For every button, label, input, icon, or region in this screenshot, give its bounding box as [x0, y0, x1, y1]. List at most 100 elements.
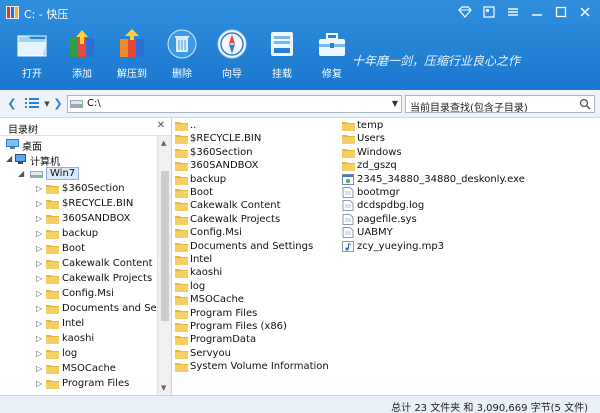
expand-arrow-icon[interactable]: ▷ — [36, 304, 42, 313]
mount-button[interactable]: 挂载 — [260, 28, 304, 80]
title-bar: C: - 快压 — [0, 0, 600, 26]
scroll-up-icon[interactable]: ▲ — [161, 139, 166, 147]
file-row[interactable]: pagefile.sys — [342, 213, 512, 227]
tree-node[interactable]: ▷ kaoshi — [0, 332, 156, 347]
repair-button[interactable]: 修复 — [310, 28, 354, 80]
folder-icon — [342, 133, 355, 145]
expand-arrow-icon[interactable]: ▷ — [36, 274, 42, 283]
expand-arrow-icon[interactable]: ▷ — [36, 259, 42, 268]
scroll-down-icon[interactable]: ▼ — [161, 384, 166, 392]
tree-node[interactable]: ▷ Cakewalk Content — [0, 257, 156, 272]
tree-node[interactable]: ▷ Program Files — [0, 377, 156, 392]
open-button[interactable]: 打开 — [10, 28, 54, 80]
file-row[interactable]: Users — [342, 133, 512, 146]
expand-arrow-icon[interactable]: ▷ — [36, 379, 42, 388]
extract-button[interactable]: 解压到 — [110, 28, 154, 80]
file-row[interactable]: Cakewalk Content — [175, 200, 345, 213]
path-field[interactable]: C:\ ▼ — [67, 95, 402, 113]
file-row[interactable]: ProgramData — [175, 334, 345, 347]
wizard-button[interactable]: 向导 — [210, 28, 254, 80]
maximize-icon[interactable] — [550, 3, 572, 21]
expand-arrow-icon[interactable]: ▷ — [36, 184, 42, 193]
expand-arrow-icon[interactable]: ◢ — [6, 154, 12, 163]
expand-arrow-icon[interactable]: ▷ — [36, 289, 42, 298]
tree-node[interactable]: ▷ backup — [0, 227, 156, 242]
search-input[interactable]: 当前目录查找(包含子目录) — [405, 95, 595, 114]
folder-icon — [46, 303, 59, 315]
expand-arrow-icon[interactable]: ▷ — [36, 229, 42, 238]
tree-scrollbar[interactable]: ▲ ▼ — [157, 136, 171, 395]
tree-node[interactable]: ▷ Intel — [0, 317, 156, 332]
back-arrow-icon[interactable]: ❮ — [6, 97, 18, 111]
recycle-bin-icon — [167, 29, 197, 59]
file-row[interactable]: Program Files (x86) — [175, 321, 345, 334]
close-tree-icon[interactable]: ✕ — [157, 120, 165, 131]
file-row[interactable]: 360SANDBOX — [175, 160, 345, 173]
file-row[interactable]: dcdspdbg.log — [342, 200, 512, 213]
file-row[interactable]: Config.Msi — [175, 227, 345, 240]
skin-icon[interactable] — [478, 3, 500, 21]
view-list-icon[interactable] — [24, 97, 40, 111]
expand-arrow-icon[interactable]: ▷ — [36, 319, 42, 328]
tree-node[interactable]: ▷ log — [0, 347, 156, 362]
file-row[interactable]: .. — [175, 120, 345, 133]
file-row[interactable]: Servyou — [175, 348, 345, 361]
file-row[interactable]: log — [175, 281, 345, 294]
file-row[interactable]: MSOCache — [175, 294, 345, 307]
expand-arrow-icon[interactable]: ◢ — [18, 169, 24, 178]
expand-arrow-icon[interactable]: ▷ — [36, 364, 42, 373]
tree-node[interactable]: ▷ MSOCache — [0, 362, 156, 377]
file-name: Servyou — [190, 347, 231, 359]
expand-arrow-icon[interactable]: ▷ — [36, 334, 42, 343]
tree-node[interactable]: ▷ 360SANDBOX — [0, 212, 156, 227]
tree-node-label: kaoshi — [62, 333, 95, 344]
add-button[interactable]: 添加 — [60, 28, 104, 80]
tree-node[interactable]: 桌面 — [0, 137, 156, 153]
file-name: .. — [190, 120, 197, 131]
file-row[interactable]: 2345_34880_34880_deskonly.exe — [342, 173, 525, 187]
file-row[interactable]: zd_gszq — [342, 160, 512, 173]
up-arrow-icon[interactable]: ❯ — [52, 97, 64, 111]
file-row[interactable]: Intel — [175, 254, 345, 267]
tree-node[interactable]: ▷ $RECYCLE.BIN — [0, 197, 156, 212]
file-name: Documents and Settings — [190, 240, 314, 252]
tree-node[interactable]: ▷ Config.Msi — [0, 287, 156, 302]
file-row[interactable]: bootmgr — [342, 187, 512, 200]
desktop-icon — [6, 138, 19, 150]
diamond-icon[interactable] — [454, 3, 476, 21]
folder-icon — [175, 120, 188, 131]
tree-node[interactable]: ▷ Boot — [0, 242, 156, 257]
file-row[interactable]: temp — [342, 120, 512, 133]
expand-arrow-icon[interactable]: ▷ — [36, 199, 42, 208]
minimize-icon[interactable] — [526, 3, 548, 21]
file-row[interactable]: System Volume Information — [175, 361, 345, 374]
file-row[interactable]: kaoshi — [175, 267, 345, 280]
file-row[interactable]: Cakewalk Projects — [175, 214, 345, 227]
drive-small-icon — [70, 100, 83, 108]
file-row[interactable]: $360Section — [175, 147, 345, 160]
tree-node[interactable]: ▷ Documents and Settings — [0, 302, 171, 317]
file-row[interactable]: zcy_yueying.mp3 — [342, 240, 512, 254]
main-toolbar: 打开 添加 解压到 删除 向导 挂载 修复 十年磨一剑，压缩行业良心之作 — [0, 28, 600, 90]
file-row[interactable]: $RECYCLE.BIN — [175, 133, 345, 146]
tree-node[interactable]: ◢ Win7 — [0, 167, 156, 182]
file-row[interactable]: UABMY — [342, 227, 512, 240]
file-row[interactable]: Windows — [342, 147, 512, 160]
menu-icon[interactable] — [502, 3, 524, 21]
expand-arrow-icon[interactable]: ▷ — [36, 244, 42, 253]
close-icon[interactable] — [574, 3, 596, 21]
search-icon[interactable] — [579, 98, 591, 110]
expand-arrow-icon[interactable]: ▷ — [36, 214, 42, 223]
extract-button-label: 解压到 — [117, 69, 147, 80]
path-dropdown-icon[interactable]: ▼ — [392, 99, 398, 108]
delete-button[interactable]: 删除 — [160, 28, 204, 80]
file-row[interactable]: Documents and Settings — [175, 241, 345, 254]
tree-node[interactable]: ▷ $360Section — [0, 182, 156, 197]
tree-node[interactable]: ▷ Cakewalk Projects — [0, 272, 156, 287]
file-row[interactable]: backup — [175, 174, 345, 187]
file-row[interactable]: Boot — [175, 187, 345, 200]
tree-node[interactable]: ◢ 计算机 — [0, 152, 156, 168]
expand-arrow-icon[interactable]: ▷ — [36, 349, 42, 358]
scroll-thumb[interactable] — [161, 171, 169, 321]
file-row[interactable]: Program Files — [175, 308, 345, 321]
